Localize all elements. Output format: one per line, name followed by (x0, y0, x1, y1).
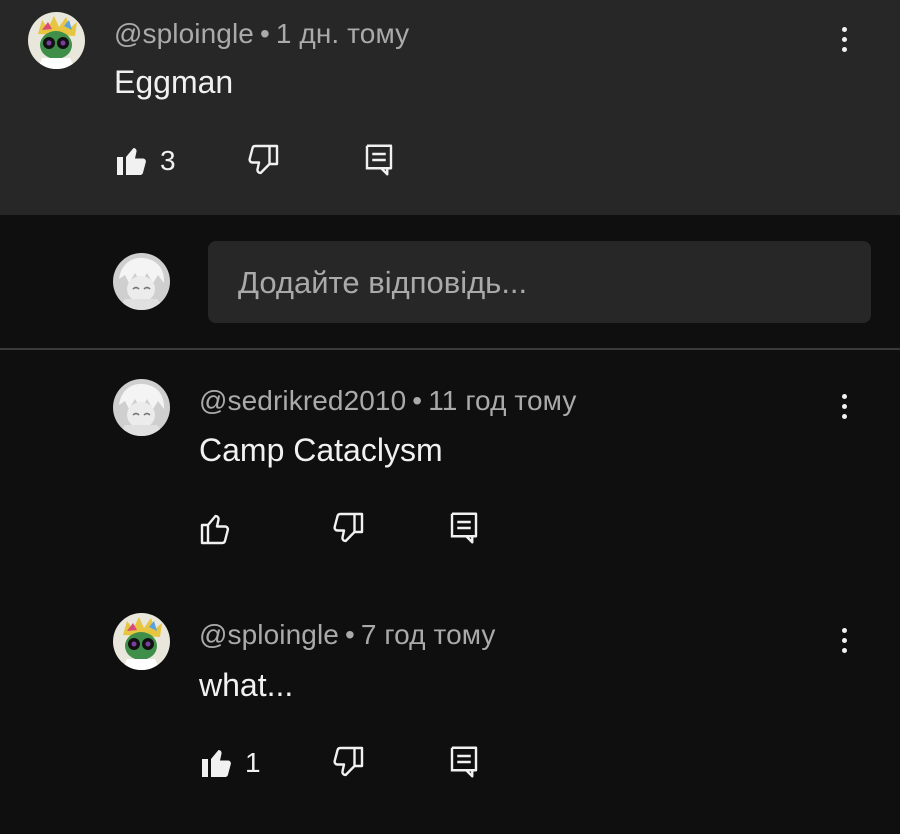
thumbs-down-icon (333, 512, 364, 543)
more-vert-icon-dot (841, 647, 847, 653)
comment-meta: @sploingle • 1 дн. тому (114, 18, 409, 50)
comment-text: Eggman (114, 64, 234, 100)
dislike-button[interactable] (244, 143, 280, 179)
author-handle[interactable]: @sploingle (114, 18, 254, 49)
meta-separator: • (259, 18, 270, 49)
comment-text: Camp Cataclysm (199, 432, 443, 468)
more-vert-icon (841, 26, 847, 32)
more-vert-icon (841, 627, 847, 633)
thumbs-up-icon (117, 148, 146, 175)
meta-separator: • (412, 385, 423, 416)
like-count: 3 (160, 145, 176, 176)
author-handle[interactable]: @sedrikred2010 (199, 385, 406, 416)
thumbs-up-icon (202, 750, 231, 777)
more-vert-icon (841, 393, 847, 399)
more-vert-icon-dot (841, 46, 847, 52)
like-button[interactable] (114, 142, 150, 178)
author-handle[interactable]: @sploingle (199, 619, 339, 650)
comment-meta: @sploingle • 7 год тому (199, 619, 496, 651)
more-vert-icon-dot (841, 403, 847, 409)
reply-input[interactable] (236, 241, 860, 325)
reply-icon (450, 746, 478, 778)
dislike-button[interactable] (329, 745, 365, 781)
thumbs-down-icon (333, 746, 364, 777)
avatar[interactable] (28, 12, 85, 69)
thumbs-down-icon (248, 144, 279, 175)
like-button[interactable] (199, 744, 235, 780)
reply-icon (450, 512, 478, 544)
avatar[interactable] (113, 379, 170, 436)
comment-text: what... (199, 667, 294, 703)
comment-time: 11 год тому (428, 385, 577, 416)
thumbs-up-icon (200, 514, 230, 545)
avatar-sedrikred-icon (113, 379, 170, 436)
more-vert-icon-dot (841, 637, 847, 643)
comment-menu-button[interactable] (829, 19, 859, 59)
highlighted-comment: @sploingle • 1 дн. тому Eggman 3 (0, 0, 900, 215)
comment-time: 1 дн. тому (275, 18, 410, 49)
more-vert-icon-dot (841, 36, 847, 42)
avatar[interactable] (113, 613, 170, 670)
like-button[interactable] (199, 510, 235, 546)
comment-menu-button[interactable] (829, 386, 859, 426)
avatar-sploingle-icon (28, 12, 85, 69)
reply-button[interactable] (361, 142, 397, 178)
more-vert-icon-dot (841, 413, 847, 419)
reply-button[interactable] (446, 510, 482, 546)
comment-meta: @sedrikred2010 • 11 год тому (199, 385, 576, 417)
reply-icon (365, 144, 393, 176)
divider (0, 348, 900, 350)
avatar-current-user-icon (113, 253, 170, 310)
reply-button[interactable] (446, 744, 482, 780)
like-count: 1 (245, 747, 261, 778)
reply-input-container[interactable] (208, 241, 871, 325)
meta-separator: • (344, 619, 355, 650)
dislike-button[interactable] (329, 511, 365, 547)
comment-time: 7 год тому (360, 619, 496, 650)
avatar-sploingle-icon (113, 613, 170, 670)
comment-menu-button[interactable] (829, 620, 859, 660)
current-user-avatar (113, 253, 170, 310)
